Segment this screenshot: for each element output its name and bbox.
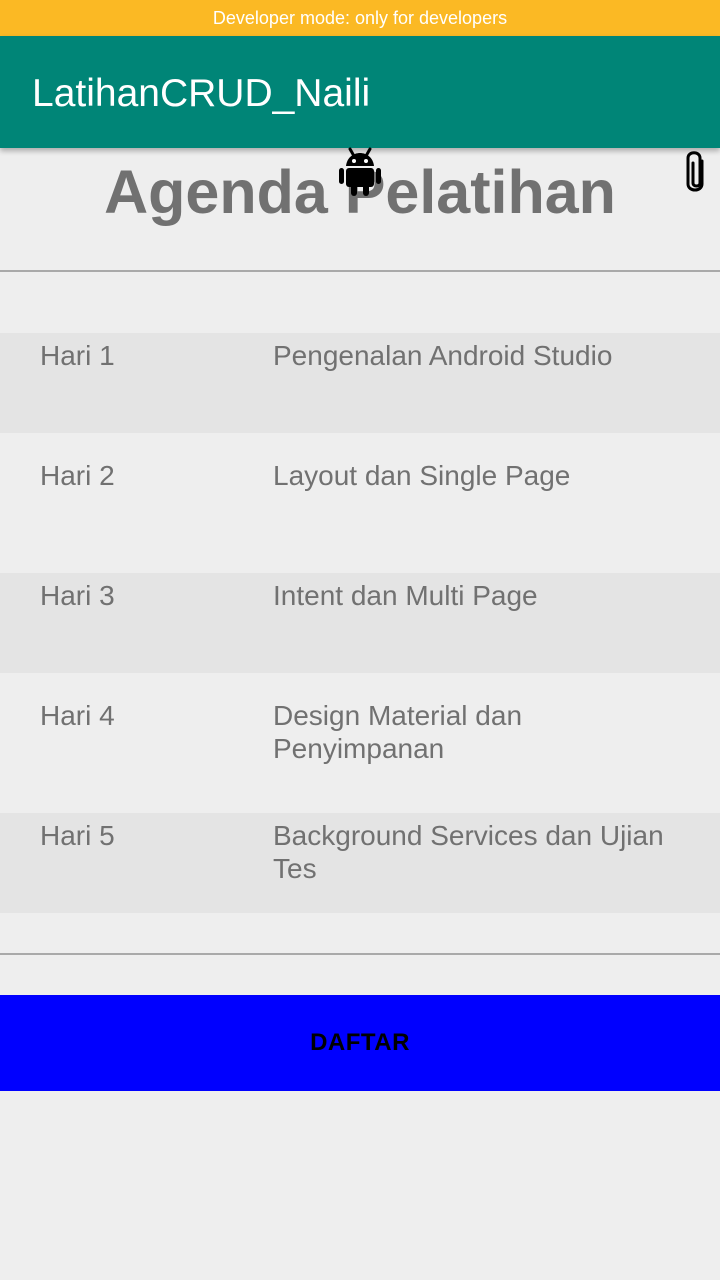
agenda-row-day-4: Hari 4 Design Material dan Penyimpanan bbox=[0, 693, 720, 813]
agenda-row-day-5: Hari 5 Background Services dan Ujian Tes bbox=[0, 813, 720, 913]
app-bar: LatihanCRUD_Naili bbox=[0, 36, 720, 148]
agenda-row-day-1: Hari 1 Pengenalan Android Studio bbox=[0, 333, 720, 433]
agenda-topic: Pengenalan Android Studio bbox=[273, 340, 613, 371]
agenda-day-label: Hari 2 bbox=[40, 460, 115, 491]
agenda-row-day-2: Hari 2 Layout dan Single Page bbox=[0, 453, 720, 573]
agenda-topic: Background Services dan Ujian Tes bbox=[273, 820, 664, 884]
agenda-day-label: Hari 4 bbox=[40, 700, 115, 731]
paperclip-icon[interactable] bbox=[681, 149, 713, 197]
developer-mode-banner: Developer mode: only for developers bbox=[0, 0, 720, 36]
agenda-row-day-3: Hari 3 Intent dan Multi Page bbox=[0, 573, 720, 673]
agenda-day-label: Hari 3 bbox=[40, 580, 115, 611]
agenda-topic: Layout dan Single Page bbox=[273, 460, 571, 491]
daftar-button[interactable]: DAFTAR bbox=[0, 995, 720, 1091]
android-icon bbox=[339, 147, 381, 196]
agenda-topic: Design Material dan Penyimpanan bbox=[273, 700, 523, 764]
top-divider bbox=[0, 270, 720, 272]
app-title: LatihanCRUD_Naili bbox=[32, 72, 371, 115]
agenda-day-label: Hari 1 bbox=[40, 340, 115, 371]
agenda-day-label: Hari 5 bbox=[40, 820, 115, 851]
bottom-divider bbox=[0, 953, 720, 955]
app-screen: Developer mode: only for developers Lati… bbox=[0, 0, 720, 1280]
agenda-topic: Intent dan Multi Page bbox=[273, 580, 538, 611]
